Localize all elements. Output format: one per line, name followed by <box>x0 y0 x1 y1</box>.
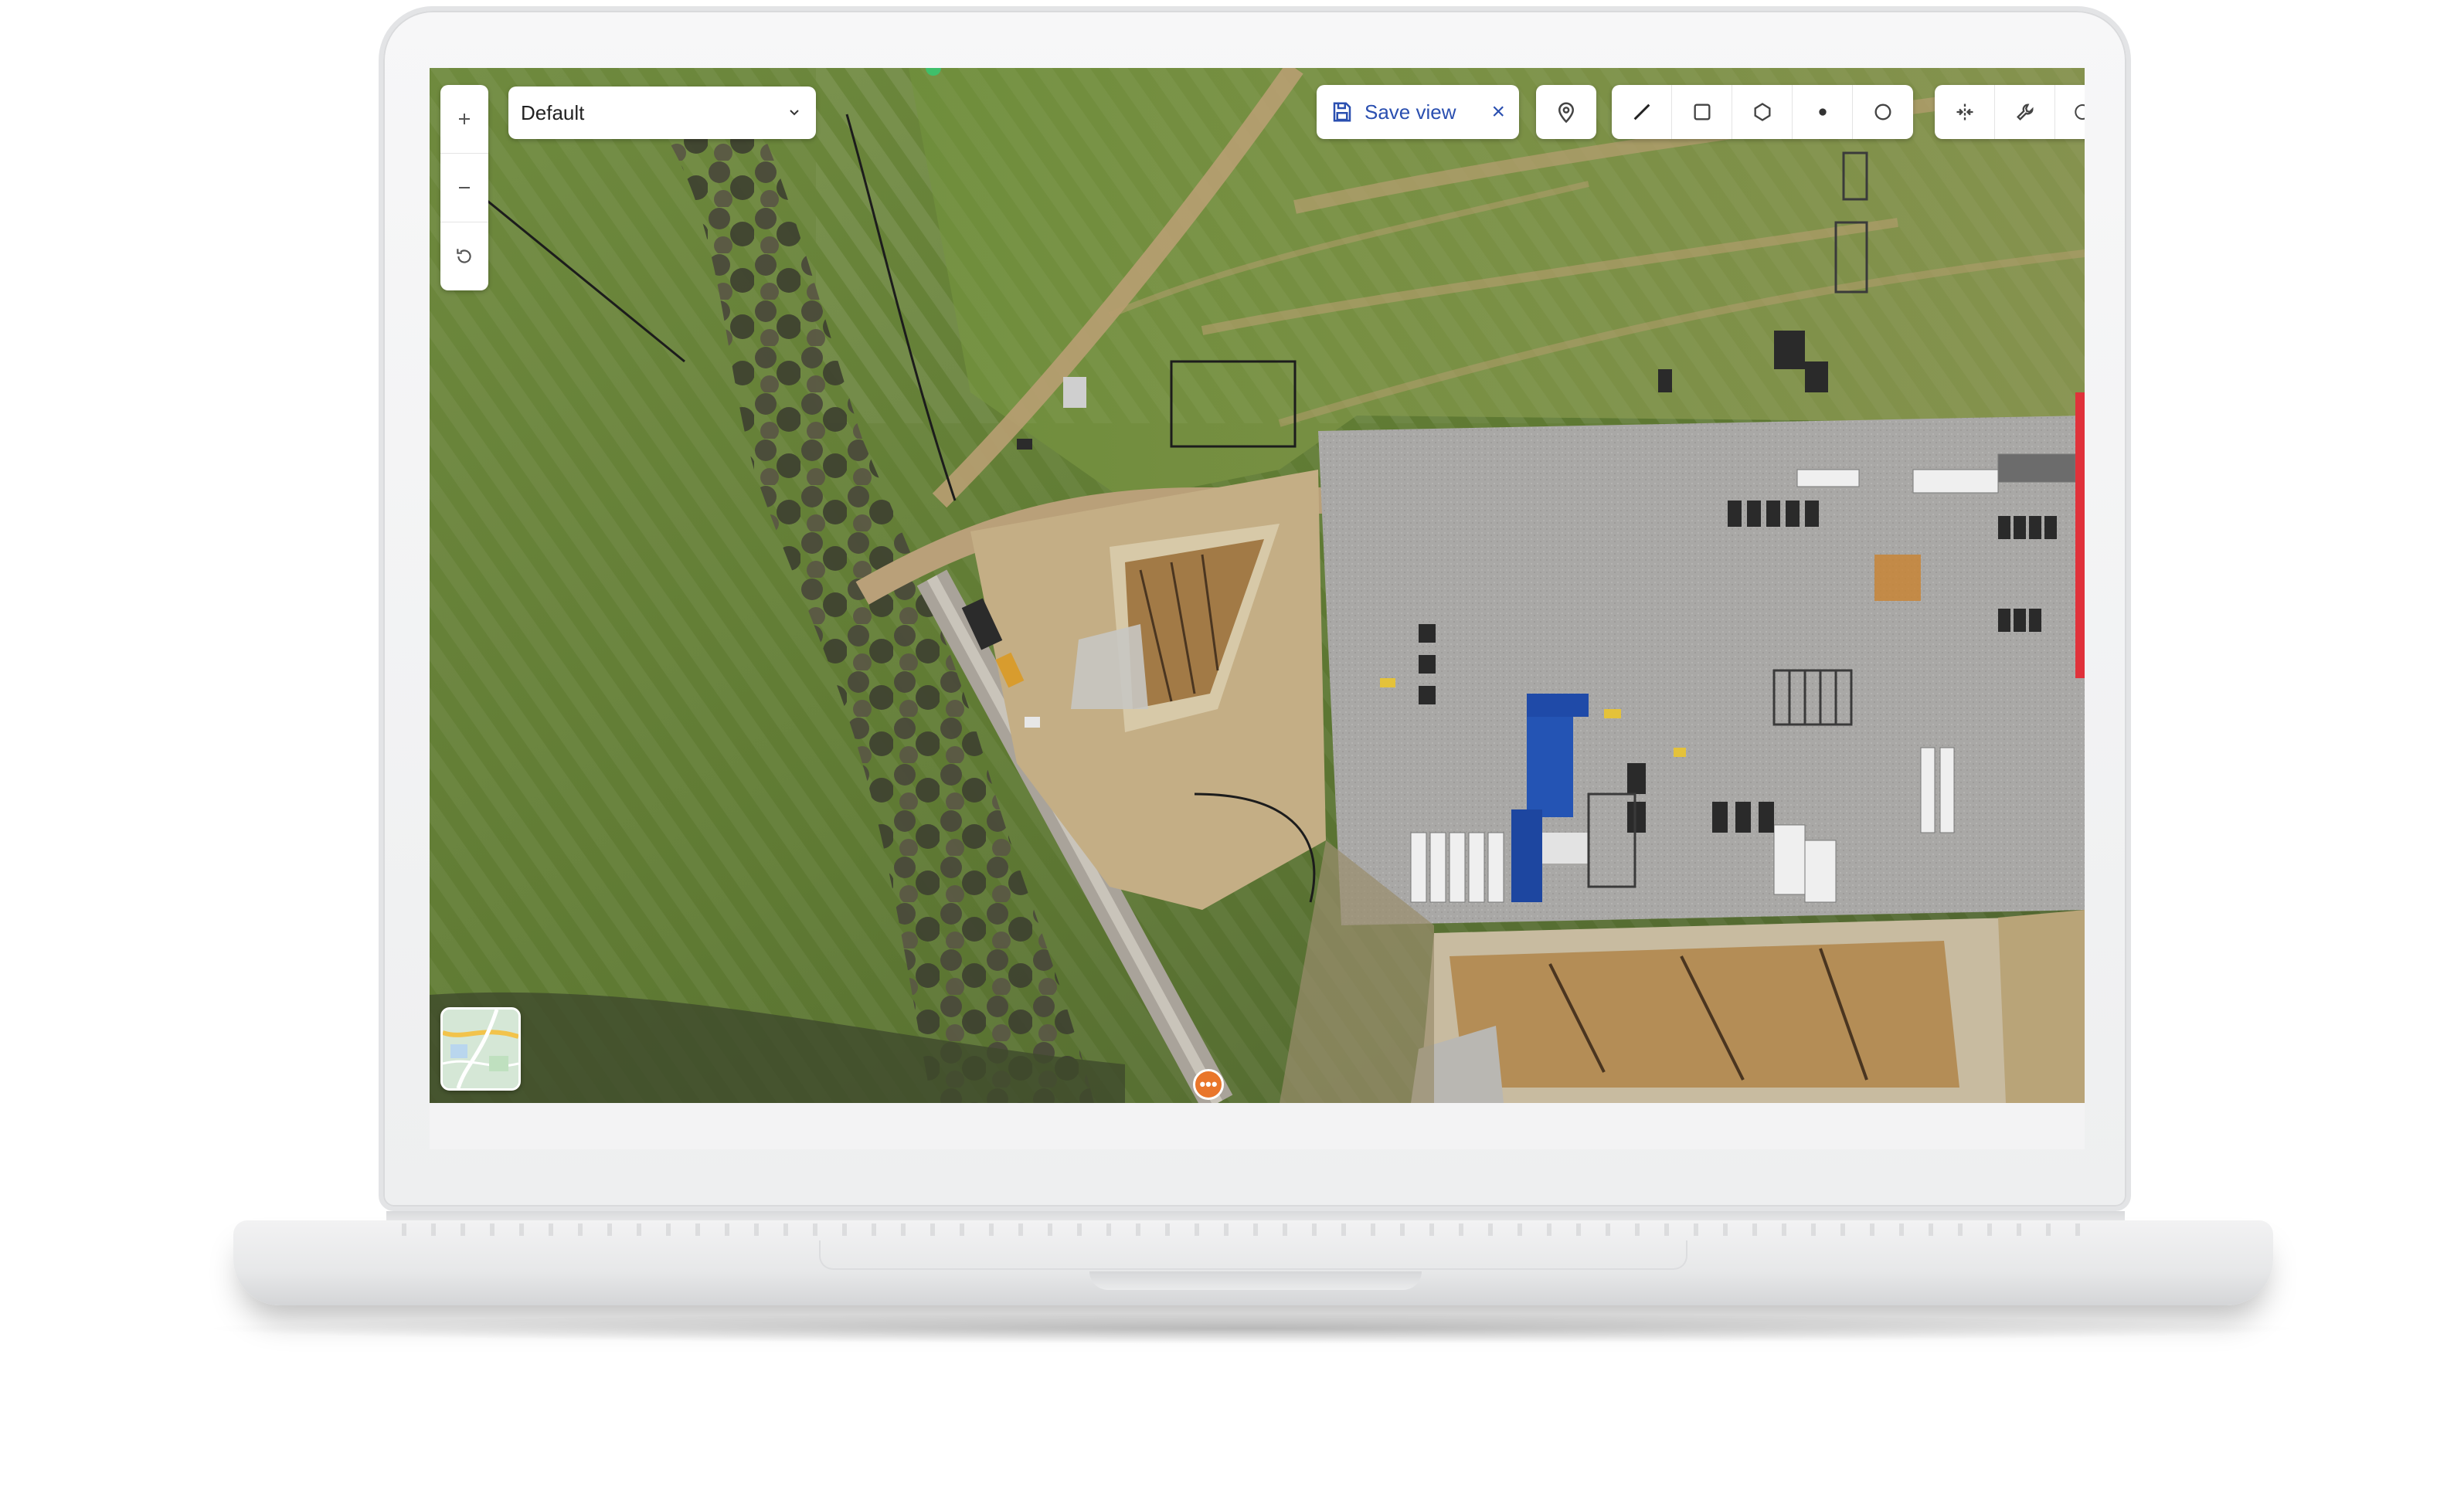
circle-tool-button[interactable] <box>1853 85 1913 139</box>
map-thumbnail-icon <box>443 1010 518 1088</box>
split-tool-icon <box>1956 104 1973 120</box>
reset-view-button[interactable] <box>440 222 488 290</box>
chevron-down-icon <box>790 110 799 116</box>
draw-tools <box>1612 85 1913 139</box>
point-tool-button[interactable] <box>1793 85 1853 139</box>
edit-tools <box>1935 85 2085 139</box>
keyboard-edge <box>402 1223 2102 1236</box>
zoom-controls <box>440 85 488 290</box>
layer-select[interactable]: Default <box>508 87 816 139</box>
layer-select-value: Default <box>521 100 585 124</box>
zoom-out-button[interactable] <box>440 154 488 222</box>
plus-icon <box>459 114 470 124</box>
wrench-icon <box>2016 104 2034 120</box>
close-icon[interactable]: × <box>1491 99 1505 125</box>
zoom-in-button[interactable] <box>440 85 488 154</box>
annotation-marker[interactable]: ••• <box>1193 1069 1224 1100</box>
basemap-switcher[interactable] <box>440 1007 521 1091</box>
wrench-tool-button[interactable] <box>1995 85 2055 139</box>
more-tool-button[interactable] <box>2055 85 2085 139</box>
save-view-button[interactable]: Save view × <box>1317 85 1519 139</box>
line-tool-button[interactable] <box>1612 85 1672 139</box>
circle-tool-icon <box>1874 104 1891 120</box>
rectangle-tool-button[interactable] <box>1672 85 1732 139</box>
partial-tool-icon <box>2075 104 2085 120</box>
place-pin-button[interactable] <box>1536 85 1596 139</box>
line-tool-icon <box>1633 104 1650 120</box>
split-tool-button[interactable] <box>1935 85 1995 139</box>
map-pin-icon <box>1558 102 1575 124</box>
aerial-imagery[interactable] <box>430 68 2085 1103</box>
polygon-tool-button[interactable] <box>1732 85 1793 139</box>
reset-rotation-icon <box>457 249 471 263</box>
floppy-disk-icon <box>1333 102 1351 122</box>
polygon-tool-icon <box>1754 103 1770 121</box>
save-view-label: Save view <box>1365 100 1456 124</box>
map-viewport[interactable]: Default Save view × ••• <box>430 68 2085 1103</box>
rectangle-tool-icon <box>1694 104 1710 120</box>
laptop-shadow <box>193 1313 2310 1344</box>
screen-bezel-bottom <box>430 1103 2085 1149</box>
trackpad-outline <box>819 1240 1687 1270</box>
point-tool-icon <box>1818 108 1827 116</box>
edge-indicator <box>2075 392 2085 678</box>
laptop-notch <box>1089 1271 1422 1290</box>
minus-icon <box>459 187 470 188</box>
